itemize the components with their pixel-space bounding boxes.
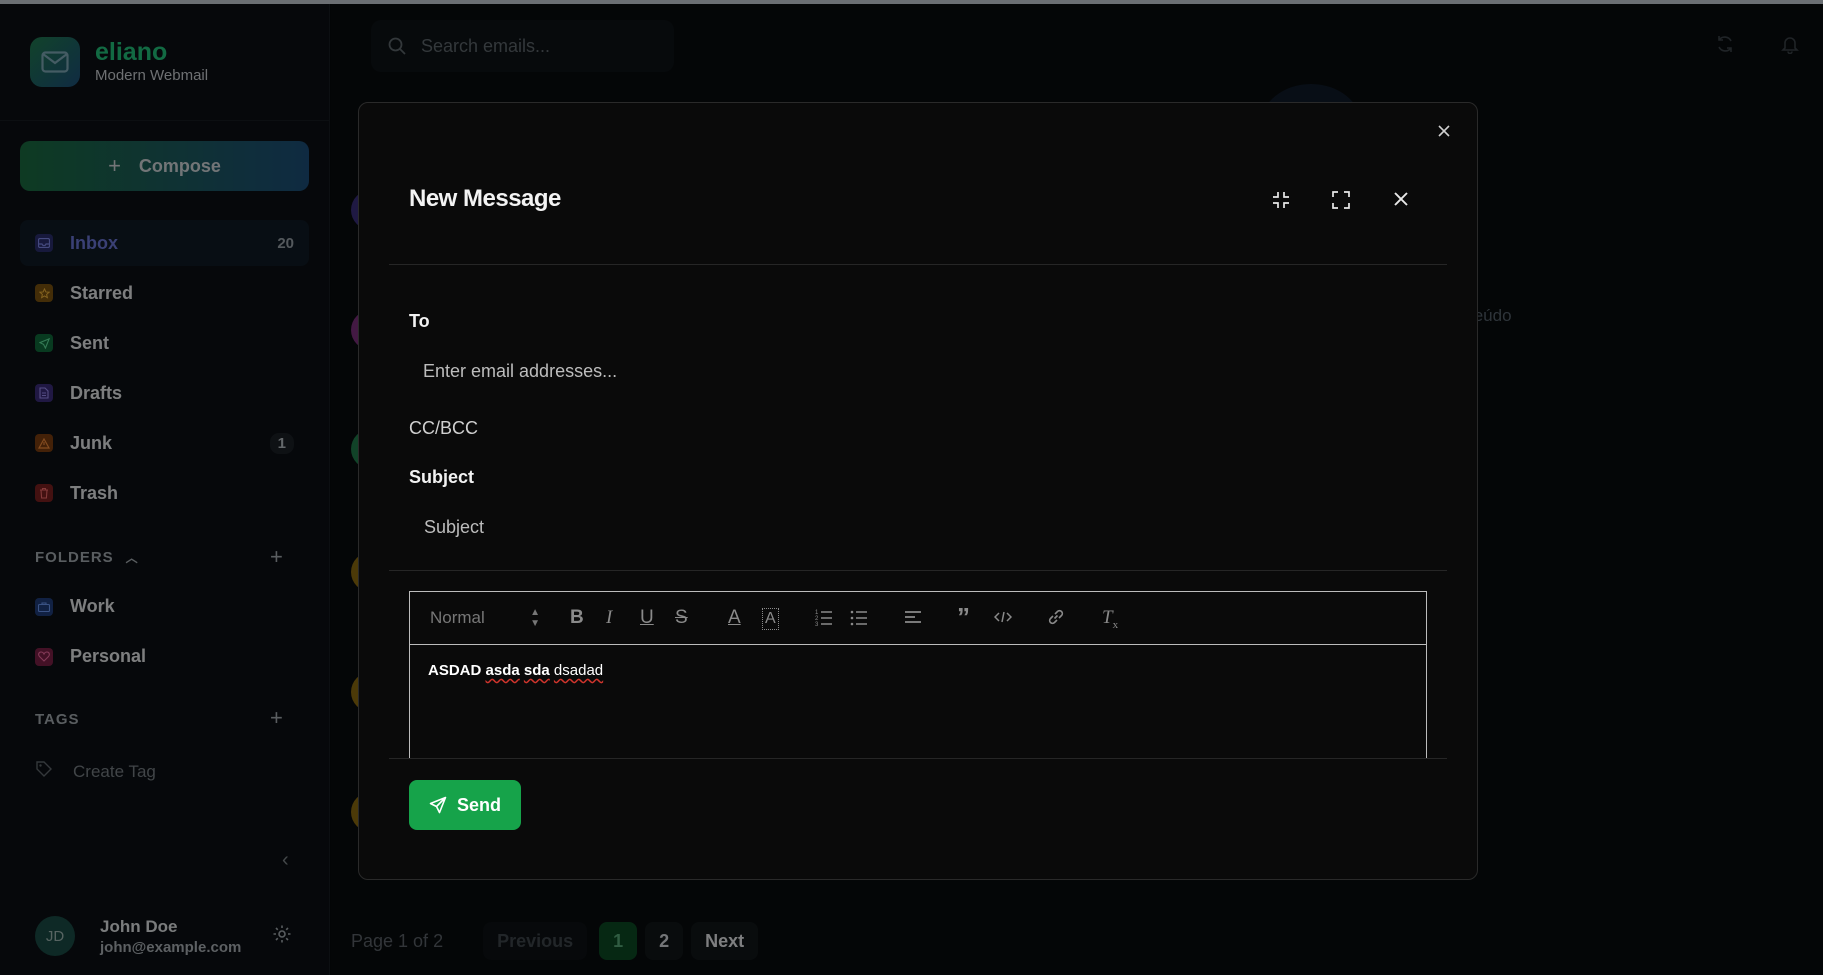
- underline-icon[interactable]: U: [640, 608, 654, 628]
- align-left-icon[interactable]: [904, 608, 922, 631]
- ordered-list-icon[interactable]: 123: [815, 608, 833, 631]
- body-text-bold: ASDAD: [428, 662, 482, 679]
- editor-body[interactable]: ASDAD asda sda dsadad: [410, 645, 1426, 696]
- maximize-icon[interactable]: [1332, 191, 1350, 214]
- minimize-icon[interactable]: [1272, 191, 1290, 214]
- strikethrough-icon[interactable]: S: [675, 608, 688, 628]
- window-top-border: [0, 0, 1823, 4]
- compose-title: New Message: [409, 185, 561, 212]
- send-label: Send: [456, 794, 501, 815]
- blockquote-icon[interactable]: ”: [957, 604, 970, 630]
- to-input[interactable]: Enter email addresses...: [423, 361, 617, 382]
- subject-input[interactable]: Subject: [424, 517, 484, 538]
- text-color-icon[interactable]: A: [728, 608, 741, 628]
- cc-bcc-toggle[interactable]: CC/BCC: [409, 418, 478, 439]
- bold-icon[interactable]: B: [570, 608, 584, 628]
- fields-divider: [389, 570, 1447, 571]
- italic-icon[interactable]: I: [606, 608, 612, 628]
- clear-formatting-icon[interactable]: Tx: [1102, 608, 1118, 635]
- editor-toolbar: Normal ▲ ▼ B I U S A A 123 ” Tx: [410, 592, 1426, 645]
- rich-text-editor: Normal ▲ ▼ B I U S A A 123 ” Tx ASDAD as…: [409, 591, 1427, 759]
- to-label: To: [409, 311, 430, 331]
- footer-divider: [389, 758, 1447, 759]
- format-select-value: Normal: [430, 608, 485, 627]
- body-text: dsadad: [553, 662, 604, 679]
- code-block-icon[interactable]: [993, 608, 1013, 631]
- subject-label: Subject: [409, 467, 475, 487]
- send-button[interactable]: Send: [409, 780, 521, 830]
- format-select[interactable]: Normal ▲ ▼: [430, 607, 540, 629]
- highlight-color-icon[interactable]: A: [762, 608, 779, 630]
- svg-text:3: 3: [815, 622, 819, 626]
- send-icon: [429, 796, 447, 814]
- dialog-close-icon[interactable]: [1436, 123, 1452, 144]
- body-text-bold: asda: [485, 662, 520, 679]
- select-arrows-icon: ▲ ▼: [530, 607, 540, 629]
- body-text-bold: sda: [523, 662, 550, 679]
- header-divider: [389, 264, 1447, 265]
- link-icon[interactable]: [1047, 608, 1065, 631]
- compose-dialog: New Message To Enter email addresses... …: [358, 102, 1478, 880]
- close-icon[interactable]: [1393, 191, 1409, 212]
- bullet-list-icon[interactable]: [850, 608, 868, 631]
